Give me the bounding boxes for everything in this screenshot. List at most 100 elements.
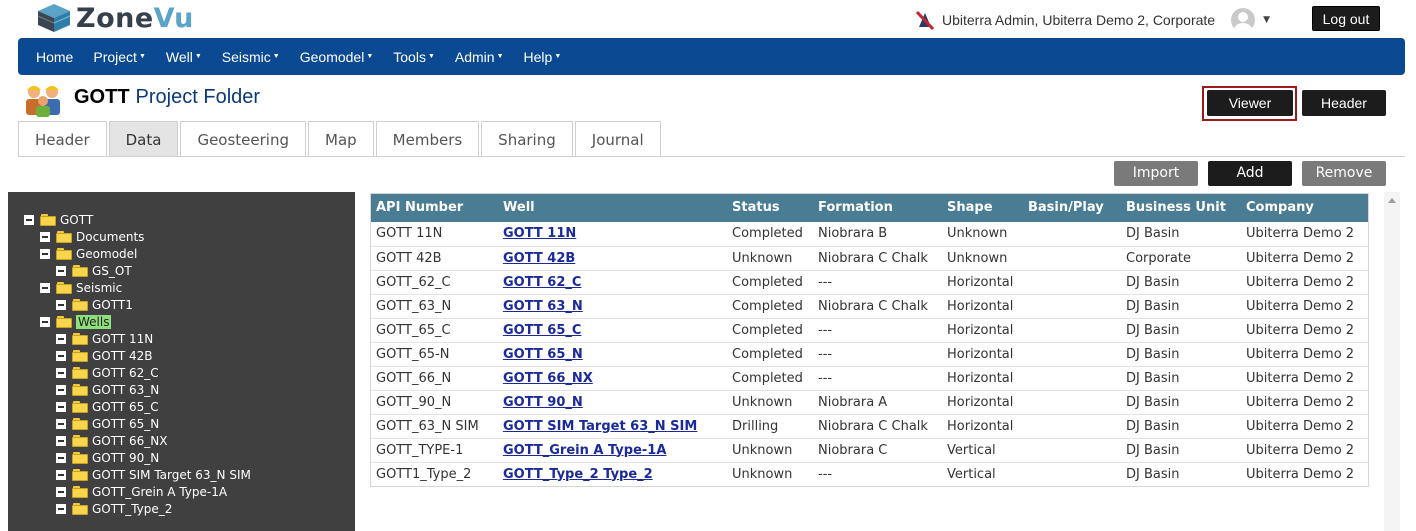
tree-node-label[interactable]: Wells — [76, 315, 112, 329]
column-header[interactable]: Formation — [812, 193, 941, 222]
tree-node[interactable]: GOTT SIM Target 63_N SIM — [56, 467, 251, 483]
tree-node[interactable]: GOTT 65_N — [56, 416, 159, 432]
nav-item-admin[interactable]: Admin ▼ — [445, 49, 514, 65]
tree-node-label[interactable]: GOTT 62_C — [92, 366, 159, 380]
table-row[interactable]: GOTT_62_C GOTT 62_C Completed --- Horizontal… — [370, 270, 1369, 294]
add-button[interactable]: Add — [1208, 161, 1292, 186]
collapse-icon[interactable] — [24, 215, 34, 225]
collapse-icon[interactable] — [56, 351, 66, 361]
tab-header[interactable]: Header — [18, 121, 107, 157]
well-link[interactable]: GOTT 90_N — [503, 395, 583, 410]
table-row[interactable]: GOTT_65-N GOTT 65_N Completed --- Horizontal… — [370, 342, 1369, 366]
remove-button[interactable]: Remove — [1302, 161, 1386, 186]
scroll-up-icon[interactable] — [1388, 198, 1396, 203]
collapse-icon[interactable] — [56, 300, 66, 310]
collapse-icon[interactable] — [56, 419, 66, 429]
tree-node[interactable]: Seismic — [40, 280, 122, 296]
table-row[interactable]: GOTT 42B GOTT 42B Unknown Niobrara C Chalk U… — [370, 246, 1369, 270]
nav-item-tools[interactable]: Tools ▼ — [383, 49, 445, 65]
zonevu-logo[interactable]: ZoneVu — [36, 2, 194, 34]
nav-item-seismic[interactable]: Seismic ▼ — [212, 49, 290, 65]
well-link[interactable]: GOTT 63_N — [503, 299, 583, 314]
tree-node-label[interactable]: GOTT1 — [92, 298, 133, 312]
collapse-icon[interactable] — [56, 453, 66, 463]
column-header[interactable]: Shape — [941, 193, 1022, 222]
well-link[interactable]: GOTT 62_C — [503, 275, 581, 290]
table-row[interactable]: GOTT_90_N GOTT 90_N Unknown Niobrara A Horiz… — [370, 390, 1369, 414]
tree-node[interactable]: GOTT — [24, 212, 93, 228]
nav-item-well[interactable]: Well ▼ — [156, 49, 212, 65]
tree-node[interactable]: GOTT 65_C — [56, 399, 159, 415]
tree-node-label[interactable]: Geomodel — [76, 247, 137, 261]
collapse-icon[interactable] — [56, 368, 66, 378]
tree-node-label[interactable]: GOTT 42B — [92, 349, 153, 363]
well-link[interactable]: GOTT SIM Target 63_N SIM — [503, 419, 697, 434]
tab-geosteering[interactable]: Geosteering — [180, 121, 306, 157]
tree-node-label[interactable]: GOTT 90_N — [92, 451, 159, 465]
table-row[interactable]: GOTT_65_C GOTT 65_C Completed --- Horizontal… — [370, 318, 1369, 342]
tree-node[interactable]: GOTT_Grein A Type-1A — [56, 484, 227, 500]
import-button[interactable]: Import — [1114, 161, 1198, 186]
tree-node-label[interactable]: GOTT 66_NX — [92, 434, 167, 448]
collapse-icon[interactable] — [56, 436, 66, 446]
collapse-icon[interactable] — [56, 504, 66, 514]
tree-node-label[interactable]: Seismic — [76, 281, 122, 295]
tree-node-label[interactable]: GOTT SIM Target 63_N SIM — [92, 468, 251, 482]
table-row[interactable]: GOTT1_Type_2 GOTT_Type_2 Type_2 Unknown ---… — [370, 462, 1369, 486]
column-header[interactable]: Business Unit — [1120, 193, 1240, 222]
tree-node-label[interactable]: GOTT_Grein A Type-1A — [92, 485, 227, 499]
well-link[interactable]: GOTT_Type_2 Type_2 — [503, 467, 653, 482]
tree-node[interactable]: GS_OT — [56, 263, 132, 279]
collapse-icon[interactable] — [56, 334, 66, 344]
column-header[interactable]: Basin/Play — [1022, 193, 1120, 222]
table-row[interactable]: GOTT_63_N SIM GOTT SIM Target 63_N SIM Dri… — [370, 414, 1369, 438]
collapse-icon[interactable] — [56, 487, 66, 497]
collapse-icon[interactable] — [40, 232, 50, 242]
header-button[interactable]: Header — [1302, 90, 1386, 116]
tab-journal[interactable]: Journal — [574, 121, 661, 157]
collapse-icon[interactable] — [56, 470, 66, 480]
tree-node-label[interactable]: GOTT 11N — [92, 332, 153, 346]
nav-item-geomodel[interactable]: Geomodel ▼ — [290, 49, 384, 65]
avatar[interactable] — [1231, 8, 1256, 32]
well-link[interactable]: GOTT_Grein A Type-1A — [503, 443, 666, 458]
tab-map[interactable]: Map — [308, 121, 374, 157]
collapse-icon[interactable] — [40, 317, 50, 327]
well-link[interactable]: GOTT 65_N — [503, 347, 583, 362]
tree-node[interactable]: GOTT 66_NX — [56, 433, 167, 449]
column-header[interactable]: Well — [497, 193, 726, 222]
table-row[interactable]: GOTT_63_N GOTT 63_N Completed Niobrara C Ch… — [370, 294, 1369, 318]
tree-node[interactable]: GOTT 11N — [56, 331, 153, 347]
well-link[interactable]: GOTT 66_NX — [503, 371, 593, 386]
tree-node[interactable]: GOTT_Type_2 — [56, 501, 172, 517]
viewer-button[interactable]: Viewer — [1207, 90, 1293, 116]
tree-node-label[interactable]: GOTT_Type_2 — [92, 502, 172, 516]
tree-node[interactable]: GOTT1 — [56, 297, 133, 313]
tree-node-label[interactable]: GS_OT — [92, 264, 132, 278]
nav-item-help[interactable]: Help ▼ — [514, 49, 572, 65]
table-row[interactable]: GOTT_66_N GOTT 66_NX Completed --- Horizonta… — [370, 366, 1369, 390]
tree-node[interactable]: Geomodel — [40, 246, 137, 262]
nav-item-project[interactable]: Project ▼ — [83, 49, 156, 65]
collapse-icon[interactable] — [40, 249, 50, 259]
column-header[interactable]: API Number — [370, 193, 497, 222]
well-link[interactable]: GOTT 11N — [503, 226, 576, 241]
tree-node[interactable]: Documents — [40, 229, 144, 245]
tree-node-label[interactable]: GOTT 65_N — [92, 417, 159, 431]
tree-node[interactable]: GOTT 62_C — [56, 365, 159, 381]
tree-node-label[interactable]: GOTT 63_N — [92, 383, 159, 397]
collapse-icon[interactable] — [40, 283, 50, 293]
tab-data[interactable]: Data — [108, 121, 179, 157]
table-row[interactable]: GOTT_TYPE-1 GOTT_Grein A Type-1A Unknown Ni… — [370, 438, 1369, 462]
tab-members[interactable]: Members — [375, 121, 480, 157]
tree-node[interactable]: GOTT 42B — [56, 348, 153, 364]
tree-node[interactable]: GOTT 63_N — [56, 382, 159, 398]
logout-button[interactable]: Log out — [1312, 6, 1380, 31]
nav-item-home[interactable]: Home — [26, 49, 83, 65]
tree-node-label[interactable]: GOTT 65_C — [92, 400, 159, 414]
tree-node-label[interactable]: Documents — [76, 230, 144, 244]
collapse-icon[interactable] — [56, 385, 66, 395]
tree-node-label[interactable]: GOTT — [60, 213, 93, 227]
tab-sharing[interactable]: Sharing — [481, 121, 573, 157]
well-link[interactable]: GOTT 42B — [503, 251, 575, 266]
